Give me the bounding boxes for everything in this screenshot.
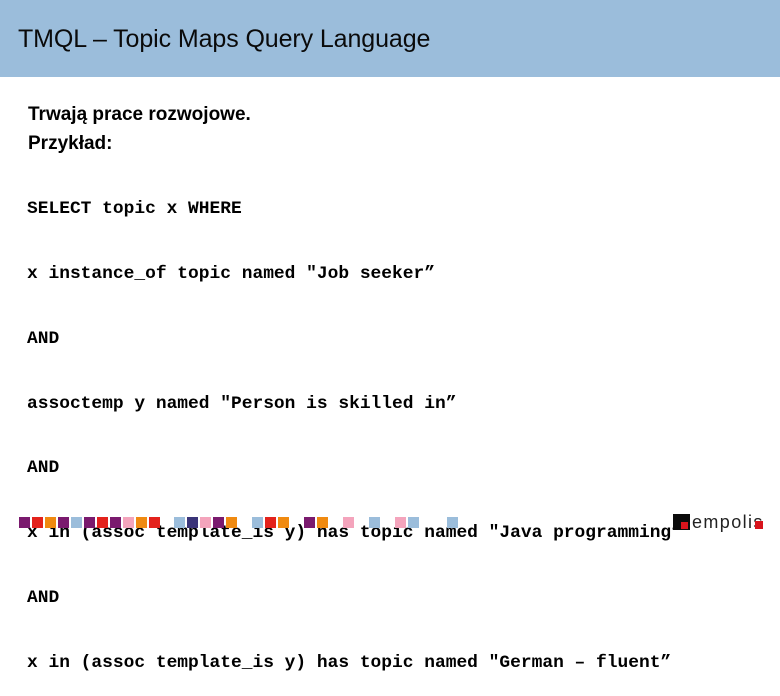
footer-square: [408, 517, 419, 528]
footer-square: [317, 517, 328, 528]
footer-square: [84, 517, 95, 528]
footer-square: [149, 517, 160, 528]
footer-square: [174, 517, 185, 528]
logo-mark-icon: [673, 514, 690, 530]
slide-header: TMQL – Topic Maps Query Language: [0, 0, 780, 77]
logo-dot-icon: [755, 521, 763, 529]
empolis-logo: empolis: [673, 510, 773, 534]
footer-square: [304, 517, 315, 528]
footer-square: [343, 517, 354, 528]
footer-square: [265, 517, 276, 528]
footer-square: [136, 517, 147, 528]
slide-title: TMQL – Topic Maps Query Language: [18, 25, 431, 53]
code-line: AND: [27, 458, 60, 479]
footer-square: [123, 517, 134, 528]
code-line: AND: [27, 328, 60, 349]
code-line: assoctemp y named "Person is skilled in”: [27, 393, 457, 414]
footer-square: [213, 517, 224, 528]
footer-square: [71, 517, 82, 528]
footer-square: [447, 517, 458, 528]
code-line: x instance_of topic named "Job seeker”: [27, 263, 435, 284]
footer-square: [19, 517, 30, 528]
footer-square: [187, 517, 198, 528]
footer-square: [110, 517, 121, 528]
intro-line-example-label: Przykład:: [28, 133, 113, 154]
code-line: x in (assoc template_is y) has topic nam…: [27, 652, 672, 673]
intro-text: Trwają prace rozwojowe. Przykład:: [28, 100, 251, 158]
footer-square: [45, 517, 56, 528]
footer-square: [395, 517, 406, 528]
code-line: SELECT topic x WHERE: [27, 199, 242, 220]
logo-text: empolis: [692, 512, 764, 532]
footer-square: [32, 517, 43, 528]
footer-square: [278, 517, 289, 528]
footer-decorative-squares: [0, 517, 500, 529]
code-line: AND: [27, 587, 60, 608]
footer-square: [200, 517, 211, 528]
footer-square: [97, 517, 108, 528]
logo-mark-accent: [681, 522, 688, 529]
footer-square: [369, 517, 380, 528]
footer-square: [58, 517, 69, 528]
footer-square: [252, 517, 263, 528]
footer-square: [226, 517, 237, 528]
code-example: SELECT topic x WHERE x instance_of topic…: [27, 156, 682, 696]
intro-line-status: Trwają prace rozwojowe.: [28, 104, 251, 125]
